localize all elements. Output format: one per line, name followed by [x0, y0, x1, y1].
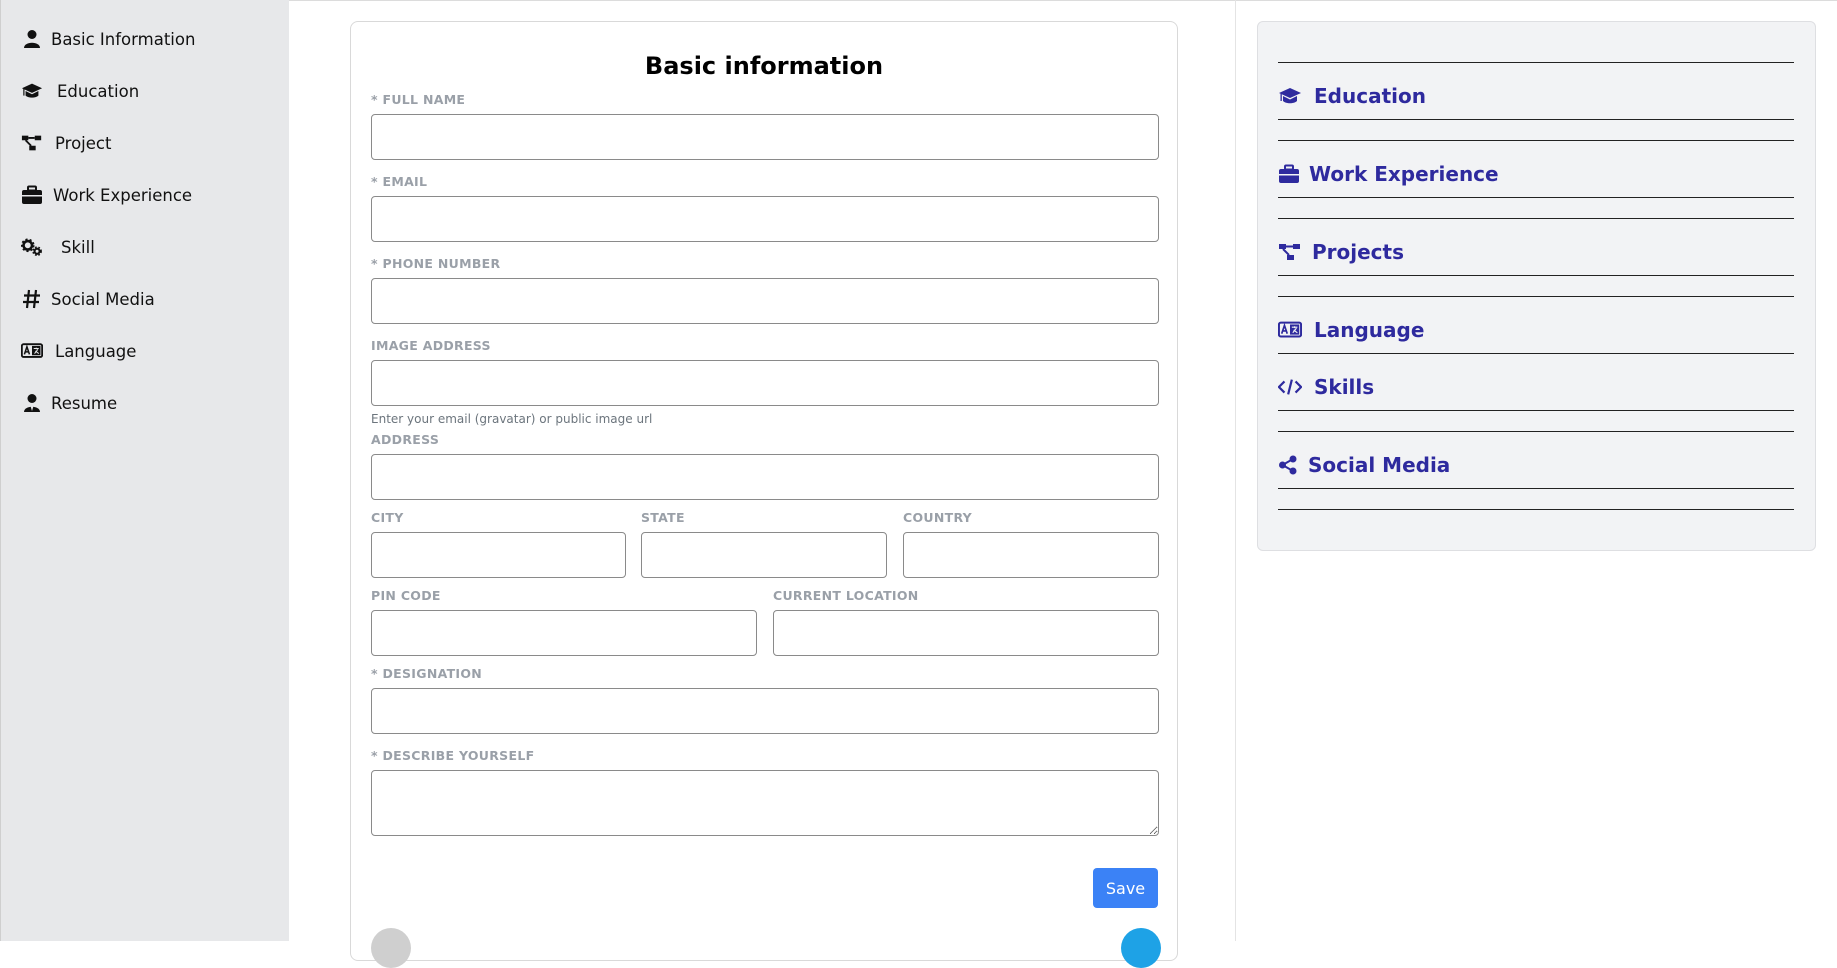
divider	[1278, 197, 1794, 198]
address-input[interactable]	[371, 454, 1159, 500]
full-name-input[interactable]	[371, 114, 1159, 160]
previous-step-button[interactable]	[371, 928, 411, 968]
preview-item-label: Language	[1314, 318, 1425, 342]
sidebar-item-work-experience[interactable]: Work Experience	[21, 175, 192, 215]
city-label: CITY	[371, 510, 404, 525]
image-address-label: IMAGE ADDRESS	[371, 338, 491, 353]
preview-item-projects[interactable]: Projects	[1278, 240, 1404, 264]
divider	[1278, 431, 1794, 432]
preview-item-label: Skills	[1314, 375, 1375, 399]
user-tie-icon	[21, 392, 47, 414]
pin-code-input[interactable]	[371, 610, 757, 656]
language-icon	[21, 340, 51, 362]
preview-item-label: Education	[1314, 84, 1426, 108]
sidebar-item-language[interactable]: Language	[21, 331, 136, 371]
state-label: STATE	[641, 510, 685, 525]
resume-sections-panel: Education Work Experience Projects Langu…	[1257, 21, 1816, 551]
divider	[1278, 353, 1794, 354]
divider	[1278, 275, 1794, 276]
preview-item-label: Social Media	[1308, 453, 1451, 477]
image-address-input[interactable]	[371, 360, 1159, 406]
code-icon	[1278, 376, 1302, 398]
full-name-label: * FULL NAME	[371, 92, 466, 107]
sidebar-item-label: Resume	[51, 393, 118, 413]
describe-yourself-textarea[interactable]	[371, 770, 1159, 836]
basic-information-form: Basic information * FULL NAME * EMAIL * …	[350, 21, 1178, 968]
preview-item-education[interactable]: Education	[1278, 84, 1426, 108]
country-input[interactable]	[903, 532, 1159, 578]
sidebar-item-label: Basic Information	[51, 29, 196, 49]
next-step-button[interactable]	[1121, 928, 1161, 968]
divider	[1278, 410, 1794, 411]
sidebar-item-label: Social Media	[51, 289, 155, 309]
state-input[interactable]	[641, 532, 887, 578]
email-input[interactable]	[371, 196, 1159, 242]
address-label: ADDRESS	[371, 432, 440, 447]
user-icon	[21, 28, 47, 50]
current-location-label: CURRENT LOCATION	[773, 588, 919, 603]
current-location-input[interactable]	[773, 610, 1159, 656]
briefcase-icon	[21, 184, 49, 206]
sidebar: Basic Information Education Project Work…	[0, 0, 289, 941]
sidebar-item-label: Language	[55, 341, 137, 361]
sidebar-item-label: Skill	[61, 237, 95, 257]
divider	[1278, 509, 1794, 510]
phone-number-label: * PHONE NUMBER	[371, 256, 501, 271]
image-address-hint: Enter your email (gravatar) or public im…	[371, 412, 653, 426]
graduation-cap-icon	[1278, 85, 1302, 107]
designation-input[interactable]	[371, 688, 1159, 734]
sidebar-item-project[interactable]: Project	[21, 123, 111, 163]
divider	[1278, 296, 1794, 297]
phone-number-input[interactable]	[371, 278, 1159, 324]
sidebar-item-social-media[interactable]: Social Media	[21, 279, 155, 319]
save-button[interactable]: Save	[1093, 868, 1158, 908]
sidebar-item-label: Project	[55, 133, 112, 153]
preview-item-label: Projects	[1312, 240, 1405, 264]
pin-code-label: PIN CODE	[371, 588, 441, 603]
share-icon	[1278, 454, 1298, 476]
country-label: COUNTRY	[903, 510, 973, 525]
preview-item-label: Work Experience	[1309, 162, 1499, 186]
sidebar-item-basic-information[interactable]: Basic Information	[21, 19, 195, 59]
divider	[1278, 488, 1794, 489]
content-divider	[1235, 0, 1236, 941]
divider	[1278, 119, 1794, 120]
sidebar-item-education[interactable]: Education	[21, 71, 139, 111]
designation-label: * DESIGNATION	[371, 666, 483, 681]
divider	[1278, 218, 1794, 219]
gears-icon	[21, 236, 57, 258]
project-diagram-icon	[1278, 241, 1302, 263]
graduation-cap-icon	[21, 80, 53, 102]
email-label: * EMAIL	[371, 174, 428, 189]
form-title: Basic information	[644, 52, 884, 80]
city-input[interactable]	[371, 532, 626, 578]
describe-yourself-label: * DESCRIBE YOURSELF	[371, 748, 535, 763]
hashtag-icon	[21, 288, 47, 310]
project-diagram-icon	[21, 132, 51, 154]
preview-item-social-media[interactable]: Social Media	[1278, 453, 1450, 477]
language-icon	[1278, 319, 1302, 341]
sidebar-item-resume[interactable]: Resume	[21, 383, 117, 423]
divider	[1278, 140, 1794, 141]
preview-item-work-experience[interactable]: Work Experience	[1278, 162, 1499, 186]
sidebar-item-label: Education	[57, 81, 140, 101]
sidebar-item-label: Work Experience	[53, 185, 193, 205]
briefcase-icon	[1278, 163, 1300, 185]
sidebar-item-skill[interactable]: Skill	[21, 227, 95, 267]
preview-item-skills[interactable]: Skills	[1278, 375, 1374, 399]
divider	[1278, 62, 1794, 63]
preview-item-language[interactable]: Language	[1278, 318, 1424, 342]
